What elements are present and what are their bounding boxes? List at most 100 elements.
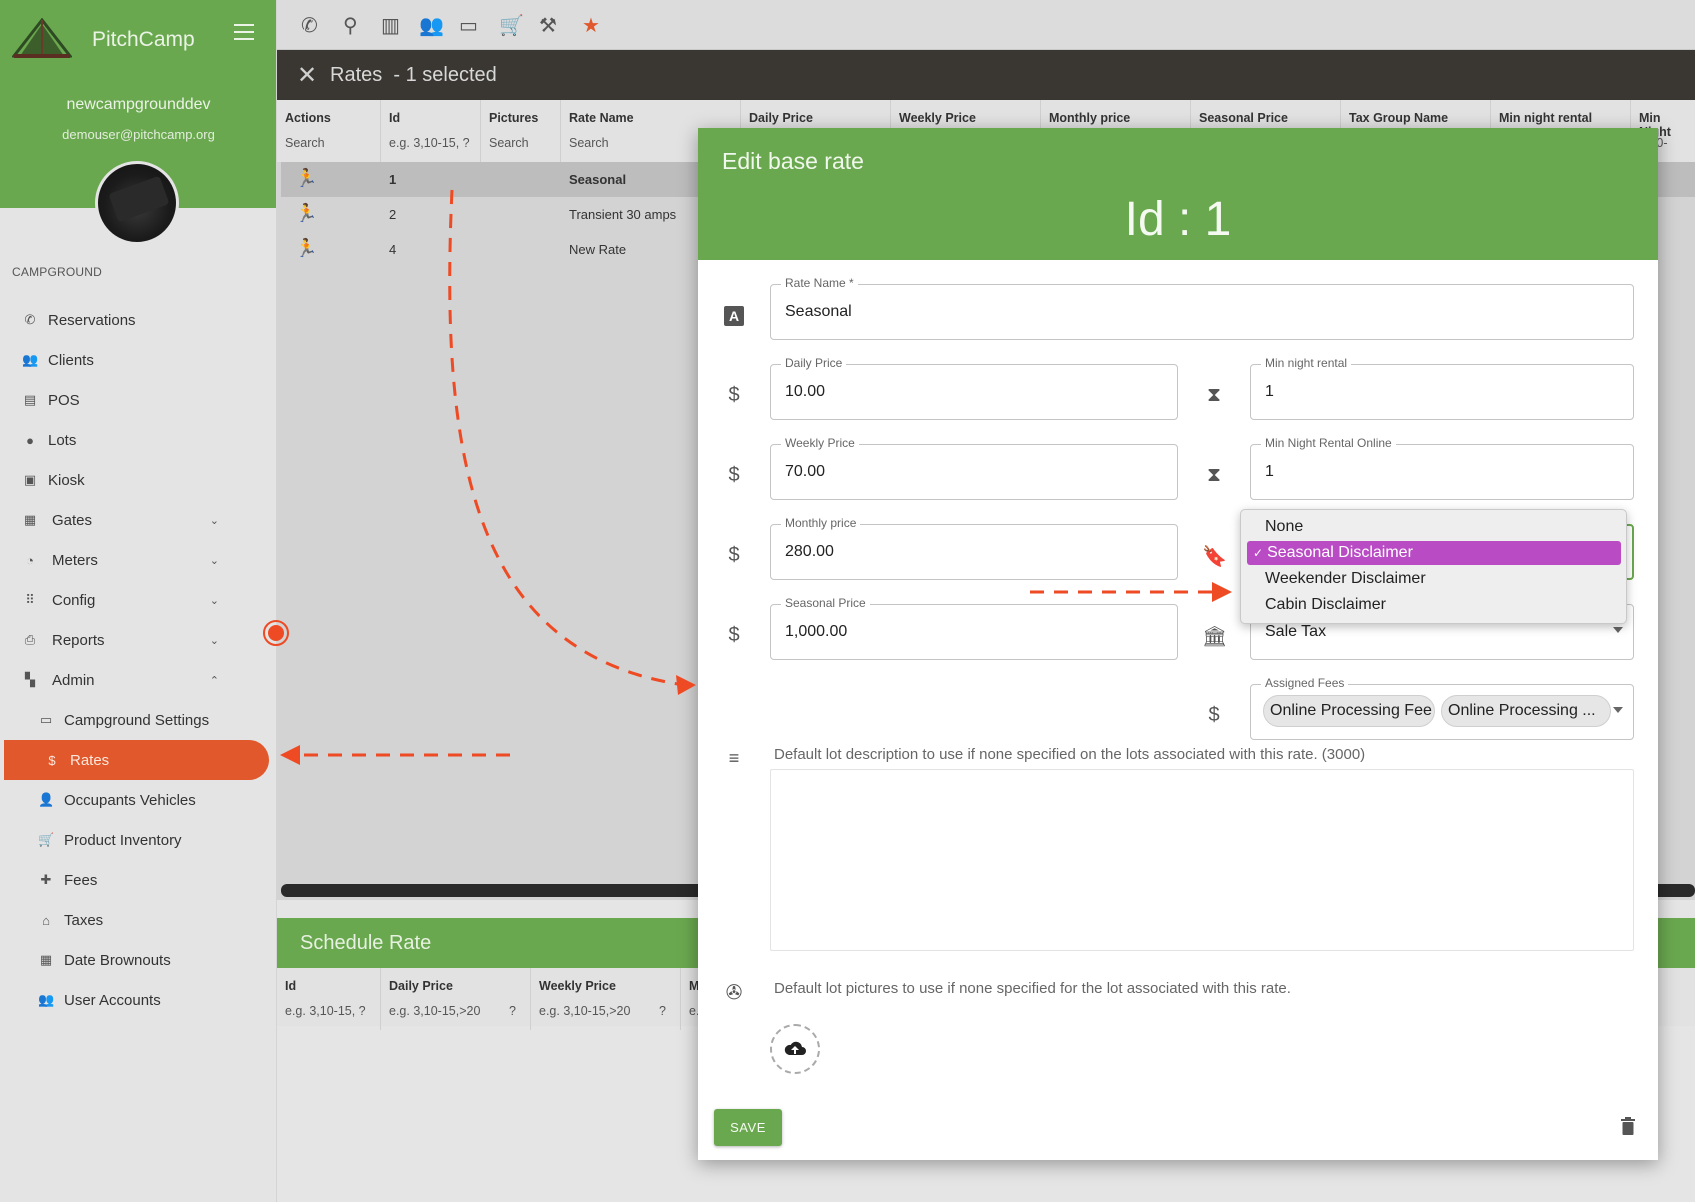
avatar[interactable] <box>95 161 179 245</box>
chevron-down-icon: ⌄ <box>209 554 219 567</box>
field-value: 10.00 <box>785 383 826 400</box>
field-value: 1 <box>1265 463 1274 480</box>
column-search[interactable]: e.g. 3,10-15,>20 <box>389 1004 480 1018</box>
option-cabin-disclaimer[interactable]: Cabin Disclaimer <box>1247 593 1621 617</box>
fee-chip[interactable]: Online Processing ... <box>1441 695 1611 727</box>
upload-picture-button[interactable] <box>770 1024 820 1074</box>
column-id[interactable]: Id e.g. 3,10-15, ? <box>277 968 381 1030</box>
title-text: Rates <box>330 64 383 86</box>
sidebar-item-reservations[interactable]: ✆ Reservations <box>0 300 277 340</box>
column-header: Rate Name <box>569 111 634 125</box>
min-night-online-field[interactable]: Min Night Rental Online 1 <box>1250 436 1634 500</box>
pictures-label: Default lot pictures to use if none spec… <box>774 980 1291 997</box>
row-name: Seasonal <box>569 172 627 187</box>
sidebar-item-label: Meters <box>52 551 98 569</box>
printer-icon: ⎙ <box>24 632 36 647</box>
sidebar-item-taxes[interactable]: ⌂ Taxes <box>0 900 277 940</box>
text-format-icon: A <box>722 304 746 327</box>
min-night-rental-field[interactable]: Min night rental 1 <box>1250 356 1634 420</box>
column-header: Weekly Price <box>899 111 976 125</box>
sidebar-item-admin[interactable]: ▚ Admin ⌃ <box>0 660 277 700</box>
star-icon[interactable]: ★ <box>582 13 600 38</box>
column-actions[interactable]: Actions Search <box>277 100 381 162</box>
sidebar-item-reports[interactable]: ⎙ Reports ⌄ <box>0 620 277 660</box>
column-pictures[interactable]: Pictures Search <box>481 100 561 162</box>
credit-card-icon[interactable]: ▭ <box>459 13 478 38</box>
field-value: Seasonal <box>785 303 852 320</box>
field-label: Monthly price <box>781 516 861 530</box>
dialog-header: Edit base rate Id : 1 <box>698 128 1658 260</box>
column-search[interactable]: e.g. 3,10-15, ? <box>389 136 470 150</box>
page-title: Rates - 1 selected <box>330 64 497 87</box>
map-pin-icon[interactable]: ⚲ <box>343 13 358 38</box>
option-none[interactable]: None <box>1247 515 1621 539</box>
sidebar-item-meters[interactable]: ◔ Meters ⌄ <box>0 540 277 580</box>
sidebar-item-config[interactable]: ⠿ Config ⌄ <box>0 580 277 620</box>
checkmark-icon: ✓ <box>1253 546 1264 560</box>
sidebar-item-label: Date Brownouts <box>64 951 171 969</box>
help-icon[interactable]: ? <box>509 1004 516 1018</box>
help-icon[interactable]: ? <box>659 1004 666 1018</box>
sidebar-item-gates[interactable]: ▦ Gates ⌄ <box>0 500 277 540</box>
column-search[interactable]: e.g. 3,10-15, ? <box>285 1004 366 1018</box>
column-search[interactable]: Search <box>569 136 609 150</box>
dropdown-arrow-icon[interactable] <box>1613 707 1623 713</box>
trash-icon[interactable] <box>1620 1116 1636 1136</box>
description-label: Default lot description to use if none s… <box>774 746 1366 763</box>
monthly-price-field[interactable]: Monthly price 280.00 <box>770 516 1178 580</box>
column-header: Id <box>389 111 401 125</box>
sidebar-item-date-brownouts[interactable]: ▦ Date Brownouts <box>0 940 277 980</box>
row-name: New Rate <box>569 242 627 257</box>
fee-chip[interactable]: Online Processing Fee <box>1263 695 1435 727</box>
people-icon[interactable]: 👥 <box>419 13 444 38</box>
sidebar-item-kiosk[interactable]: ▣ Kiosk <box>0 460 277 500</box>
field-label: Assigned Fees <box>1261 676 1349 690</box>
dialog-title: Edit base rate <box>722 148 864 174</box>
sidebar-item-occupants-vehicles[interactable]: 👤 Occupants Vehicles <box>0 780 277 820</box>
close-icon[interactable]: ✕ <box>297 61 317 90</box>
column-daily-price[interactable]: Daily Price e.g. 3,10-15,>20? <box>381 968 531 1030</box>
seasonal-price-field[interactable]: Seasonal Price 1,000.00 <box>770 596 1178 660</box>
field-value: Sale Tax <box>1265 623 1327 640</box>
save-button[interactable]: SAVE <box>714 1109 782 1146</box>
sidebar-item-product-inventory[interactable]: 🛒 Product Inventory <box>0 820 277 860</box>
column-id[interactable]: Id e.g. 3,10-15, ? <box>381 100 481 162</box>
sidebar-item-campground-settings[interactable]: ▭ Campground Settings <box>0 700 277 740</box>
map-icon[interactable]: ▥ <box>381 13 400 38</box>
tent-logo-icon <box>12 18 72 58</box>
run-action-icon[interactable]: 🏃 <box>295 168 317 189</box>
dropdown-arrow-icon[interactable] <box>1613 627 1623 633</box>
option-seasonal-disclaimer[interactable]: ✓ Seasonal Disclaimer <box>1247 541 1621 565</box>
daily-price-field[interactable]: Daily Price 10.00 <box>770 356 1178 420</box>
column-header: Daily Price <box>749 111 813 125</box>
gavel-icon[interactable]: ⚒ <box>539 13 557 38</box>
register-icon: ▤ <box>23 392 37 407</box>
sidebar-item-rates[interactable]: $ Rates <box>4 740 269 780</box>
sidebar-item-label: Reports <box>52 631 105 649</box>
column-search[interactable]: Search <box>489 136 529 150</box>
description-textarea[interactable] <box>770 769 1634 951</box>
phone-icon[interactable]: ✆ <box>301 13 318 38</box>
rate-name-field[interactable]: Rate Name * Seasonal <box>770 276 1634 340</box>
column-search[interactable]: Search <box>285 136 325 150</box>
sidebar-item-label: User Accounts <box>64 991 161 1009</box>
run-action-icon[interactable]: 🏃 <box>295 203 317 224</box>
sidebar-item-clients[interactable]: 👥 Clients <box>0 340 277 380</box>
weekly-price-field[interactable]: Weekly Price 70.00 <box>770 436 1178 500</box>
option-weekender-disclaimer[interactable]: Weekender Disclaimer <box>1247 567 1621 591</box>
bookmarks-icon: 🔖 <box>1202 546 1227 568</box>
hamburger-menu-icon[interactable] <box>234 24 254 40</box>
sidebar-item-lots[interactable]: ● Lots <box>0 420 277 460</box>
store-icon: ▭ <box>39 712 53 727</box>
rate-id-display: Id : 1 <box>1124 193 1232 246</box>
sidebar-item-fees[interactable]: ✚ Fees <box>0 860 277 900</box>
assigned-fees-select[interactable]: Assigned Fees Online Processing Fee Onli… <box>1250 676 1634 740</box>
cart-icon: 🛒 <box>38 832 55 847</box>
column-weekly-price[interactable]: Weekly Price e.g. 3,10-15,>20? <box>531 968 681 1030</box>
sidebar-item-user-accounts[interactable]: 👥 User Accounts <box>0 980 277 1020</box>
cart-icon[interactable]: 🛒 <box>499 13 524 38</box>
column-header: Weekly Price <box>539 979 616 993</box>
run-action-icon[interactable]: 🏃 <box>295 238 317 259</box>
sidebar-item-pos[interactable]: ▤ POS <box>0 380 277 420</box>
column-search[interactable]: e.g. 3,10-15,>20 <box>539 1004 630 1018</box>
